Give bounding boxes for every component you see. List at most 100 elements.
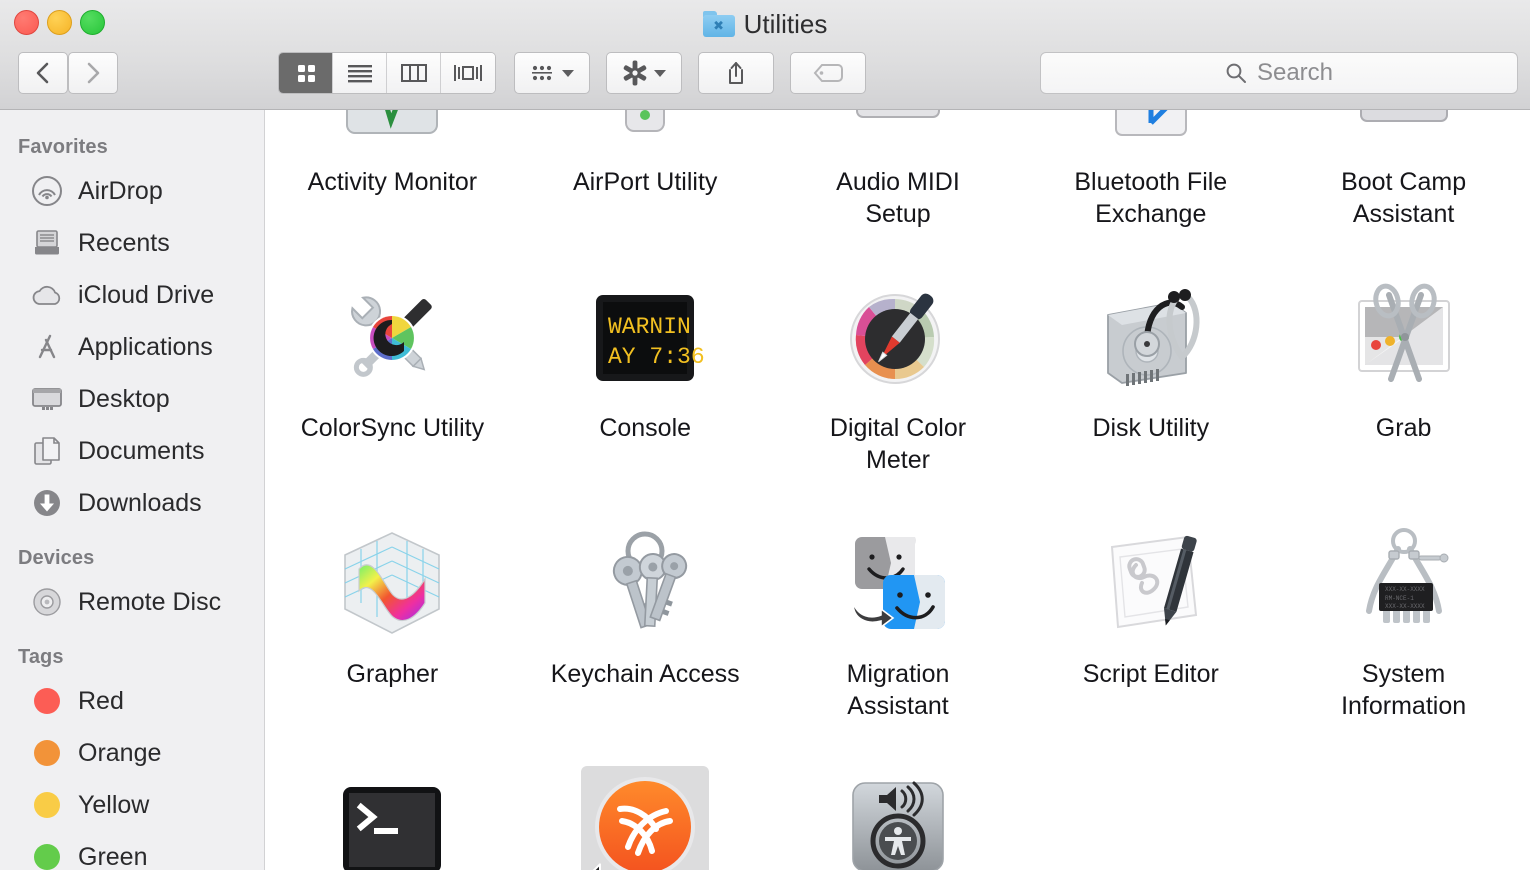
audio-midi-setup-icon	[834, 110, 962, 156]
svg-text:XXX-XX-XXXX: XXX-XX-XXXX	[1385, 603, 1425, 610]
share-button[interactable]	[698, 52, 774, 94]
bluetooth-file-exchange-icon	[1087, 110, 1215, 156]
recents-icon	[30, 226, 64, 260]
grapher-icon	[328, 520, 456, 648]
action-button[interactable]	[606, 52, 682, 94]
grab-icon	[1340, 274, 1468, 402]
voiceover-utility-icon	[834, 766, 962, 870]
file-item-label: AirPort Utility	[572, 168, 718, 196]
keychain-access-icon	[581, 520, 709, 648]
list-view-button[interactable]	[333, 53, 387, 93]
tag-icon	[813, 64, 843, 82]
file-item-label: Grab	[1375, 414, 1432, 442]
sidebar-item-documents[interactable]: Documents	[0, 425, 264, 477]
file-item-migration-assistant[interactable]: Migration Assistant	[772, 512, 1025, 744]
utilities-folder-icon: ✖	[702, 11, 735, 37]
sidebar-item-label: Orange	[78, 738, 162, 767]
gallery-view-button[interactable]	[441, 53, 495, 93]
icon-view-button[interactable]	[279, 53, 333, 93]
icloud-icon	[30, 278, 64, 312]
colorsync-utility-icon	[328, 274, 456, 402]
file-item-grapher[interactable]: Grapher	[266, 512, 519, 744]
downloads-icon	[30, 486, 64, 520]
file-item-script-editor[interactable]: Script Editor	[1024, 512, 1277, 744]
system-information-icon: XXX-XX-XXXX RM-NCE-1 XXX-XX-XXXX	[1340, 520, 1468, 648]
file-item-colorsync-utility[interactable]: ColorSync Utility	[266, 266, 519, 498]
sidebar-item-tag-red[interactable]: Red	[0, 675, 264, 727]
sidebar-item-label: Recents	[78, 228, 170, 257]
file-item-label: Digital Color Meter	[829, 414, 967, 474]
sidebar-item-desktop[interactable]: Desktop	[0, 373, 264, 425]
file-item-digital-color-meter[interactable]: Digital Color Meter	[772, 266, 1025, 498]
tag-button[interactable]	[790, 52, 866, 94]
forward-button[interactable]	[68, 52, 118, 94]
sidebar-item-label: Documents	[78, 436, 205, 465]
file-grid-area[interactable]: Activity Monitor AirPort Utility Audio M…	[266, 110, 1530, 870]
file-item-terminal[interactable]: Terminal	[266, 758, 519, 870]
script-editor-icon	[1087, 520, 1215, 648]
remote-disc-icon	[30, 585, 64, 619]
sidebar-item-label: Desktop	[78, 384, 170, 413]
sidebar-item-label: Green	[78, 842, 148, 870]
file-item-keychain-access[interactable]: Keychain Access	[519, 512, 772, 744]
migration-assistant-icon	[834, 520, 962, 648]
file-item-airport-utility[interactable]: AirPort Utility	[519, 110, 772, 252]
svg-text:AY 7:36: AY 7:36	[608, 344, 704, 370]
applications-icon	[30, 330, 64, 364]
titlebar: ✖ Utilities Search	[0, 0, 1530, 110]
file-item-disk-utility[interactable]: Disk Utility	[1024, 266, 1277, 498]
search-input[interactable]: Search	[1040, 52, 1518, 94]
sidebar-item-applications[interactable]: Applications	[0, 321, 264, 373]
sidebar-item-downloads[interactable]: Downloads	[0, 477, 264, 529]
sidebar-item-label: Remote Disc	[78, 587, 222, 616]
column-view-button[interactable]	[387, 53, 441, 93]
file-item-system-information[interactable]: XXX-XX-XXXX RM-NCE-1 XXX-XX-XXXX System …	[1277, 512, 1530, 744]
file-item-audio-midi-setup[interactable]: Audio MIDI Setup	[772, 110, 1025, 252]
disk-utility-icon	[1087, 274, 1215, 402]
file-item-console[interactable]: WARNIN AY 7:36 Console	[519, 266, 772, 498]
sidebar-item-tag-orange[interactable]: Orange	[0, 727, 264, 779]
file-item-label: Script Editor	[1082, 660, 1219, 688]
svg-text:XXX-XX-XXXX: XXX-XX-XXXX	[1385, 586, 1425, 593]
file-item-label: Keychain Access	[550, 660, 740, 688]
sidebar-item-recents[interactable]: Recents	[0, 217, 264, 269]
view-mode-segmented-control[interactable]	[278, 52, 496, 94]
icon-grid: Activity Monitor AirPort Utility Audio M…	[266, 110, 1530, 870]
file-item-grab[interactable]: Grab	[1277, 266, 1530, 498]
sidebar-item-label: Yellow	[78, 790, 150, 819]
file-item-voiceover-utility[interactable]: VoiceOver Utility	[772, 758, 1025, 870]
sidebar-item-tag-yellow[interactable]: Yellow	[0, 779, 264, 831]
desktop-icon	[30, 382, 64, 416]
sidebar-item-tag-green[interactable]: Green	[0, 831, 264, 870]
svg-text:RM-NCE-1: RM-NCE-1	[1385, 595, 1414, 602]
back-button[interactable]	[18, 52, 68, 94]
share-icon	[729, 62, 743, 84]
alias-arrow-icon	[587, 863, 602, 870]
file-item-boot-camp-assistant[interactable]: Boot Camp Assistant	[1277, 110, 1530, 252]
digital-color-meter-icon	[834, 274, 962, 402]
file-item-label: Disk Utility	[1092, 414, 1210, 442]
sidebar[interactable]: Favorites AirDrop Recents iCloud Drive A…	[0, 110, 265, 870]
arrange-button[interactable]	[514, 52, 590, 94]
search-icon	[1226, 63, 1246, 83]
total-defense-uninstaller-icon	[581, 766, 710, 870]
gear-icon	[623, 60, 647, 86]
file-item-activity-monitor[interactable]: Activity Monitor	[266, 110, 519, 252]
sidebar-item-icloud-drive[interactable]: iCloud Drive	[0, 269, 264, 321]
file-item-label: Migration Assistant	[846, 660, 950, 720]
tag-dot-icon	[30, 736, 64, 770]
finder-window: ✖ Utilities Search Favorites AirDrop Rec…	[0, 0, 1530, 870]
sidebar-item-remote-disc[interactable]: Remote Disc	[0, 576, 264, 628]
file-item-label: Activity Monitor	[307, 168, 478, 196]
file-item-total-defense-uninstaller[interactable]: TotalDefenseUninsta ller	[519, 758, 772, 870]
file-item-bluetooth-file-exchange[interactable]: Bluetooth File Exchange	[1024, 110, 1277, 252]
file-item-label: Boot Camp Assistant	[1341, 168, 1467, 228]
sidebar-item-label: Red	[78, 686, 124, 715]
file-item-empty-2	[1277, 758, 1530, 870]
window-title-text: Utilities	[743, 8, 828, 39]
terminal-icon	[328, 766, 456, 870]
boot-camp-assistant-icon	[1340, 110, 1468, 156]
file-item-label: Audio MIDI Setup	[836, 168, 960, 228]
file-item-label: System Information	[1341, 660, 1467, 720]
sidebar-item-airdrop[interactable]: AirDrop	[0, 165, 264, 217]
